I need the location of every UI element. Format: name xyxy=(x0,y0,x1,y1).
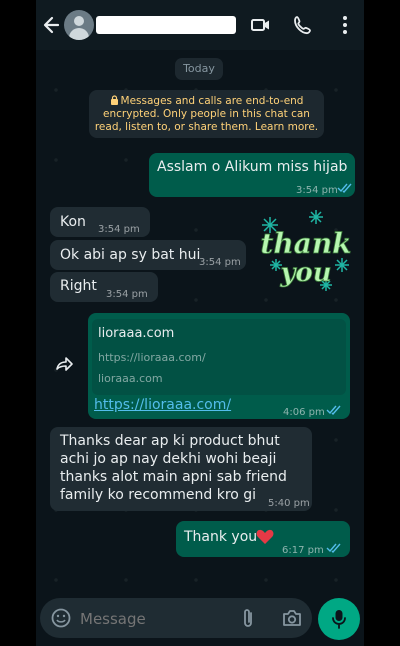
thank-you-sticker[interactable]: thank you xyxy=(256,205,356,300)
link-preview-domain: lioraaa.com xyxy=(98,372,163,385)
chat-header xyxy=(36,0,364,50)
message-bubble-outgoing[interactable]: Thank you 6:17 pm xyxy=(176,521,350,557)
message-input[interactable] xyxy=(78,606,232,632)
more-options-icon[interactable] xyxy=(334,14,356,36)
voice-message-button[interactable] xyxy=(318,598,360,640)
message-time: 4:06 pm xyxy=(283,407,325,418)
encryption-notice[interactable]: Messages and calls are end-to-end encryp… xyxy=(89,90,324,138)
message-bubble-incoming[interactable]: Kon 3:54 pm xyxy=(50,207,150,237)
message-bubble-incoming[interactable]: Thanks dear ap ki product bhut achi jo a… xyxy=(50,427,312,511)
camera-icon[interactable] xyxy=(281,608,303,628)
message-text: Kon xyxy=(60,214,86,230)
link-preview-card[interactable]: lioraaa.com https://lioraaa.com/ lioraaa… xyxy=(92,319,346,395)
message-time: 3:54 pm xyxy=(296,185,338,196)
message-bubble-outgoing[interactable]: Asslam o Alikum miss hijab 3:54 pm xyxy=(149,153,355,197)
message-text: Thanks dear ap ki product bhut achi jo a… xyxy=(60,433,287,503)
link-preview-title: lioraaa.com xyxy=(98,326,175,341)
read-ticks-icon xyxy=(326,543,341,553)
attach-icon[interactable] xyxy=(240,607,256,629)
lock-icon xyxy=(110,95,118,105)
forward-icon[interactable] xyxy=(54,355,76,373)
chat-screen: Today Messages and calls are end-to-end … xyxy=(36,0,364,646)
message-time: 3:54 pm xyxy=(199,257,241,268)
message-composer xyxy=(40,598,312,638)
sticker-text-thank: thank xyxy=(260,227,351,260)
message-time: 6:17 pm xyxy=(282,545,324,556)
sticker-text-you: you xyxy=(279,258,331,288)
encryption-text: Messages and calls are end-to-end encryp… xyxy=(94,95,319,133)
emoji-icon[interactable] xyxy=(50,607,72,629)
message-link[interactable]: https://lioraaa.com/ xyxy=(94,396,231,414)
message-time: 3:54 pm xyxy=(106,289,148,300)
message-text: Thank you xyxy=(184,529,258,545)
message-bubble-link[interactable]: lioraaa.com https://lioraaa.com/ lioraaa… xyxy=(88,313,350,419)
date-chip: Today xyxy=(175,58,223,80)
back-arrow-icon[interactable] xyxy=(42,13,62,37)
message-text: Asslam o Alikum miss hijab xyxy=(157,159,348,175)
message-text: Ok abi ap sy bat hui xyxy=(60,247,201,263)
message-time: 3:54 pm xyxy=(98,224,140,235)
mic-icon xyxy=(332,610,346,629)
read-ticks-icon xyxy=(337,183,352,193)
link-preview-url: https://lioraaa.com/ xyxy=(98,351,206,364)
read-ticks-icon xyxy=(326,405,341,415)
message-text: Right xyxy=(60,278,97,294)
message-time: 5:40 pm xyxy=(268,498,310,509)
heart-icon xyxy=(256,529,274,544)
contact-name-redacted[interactable] xyxy=(96,16,236,34)
video-call-icon[interactable] xyxy=(250,14,272,36)
avatar[interactable] xyxy=(64,10,94,40)
message-bubble-incoming[interactable]: Right 3:54 pm xyxy=(50,272,158,302)
message-bubble-incoming[interactable]: Ok abi ap sy bat hui 3:54 pm xyxy=(50,240,246,270)
phone-icon[interactable] xyxy=(292,14,314,36)
